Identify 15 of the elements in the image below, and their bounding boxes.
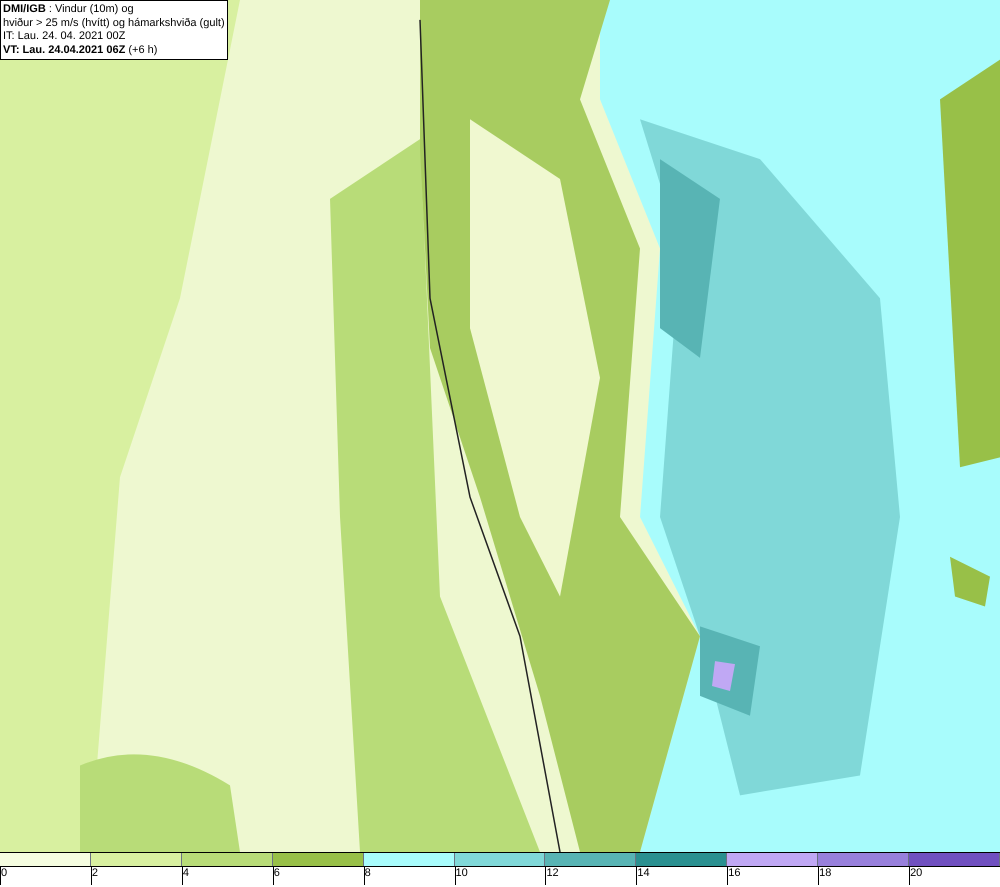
legend-label: 16 [728, 867, 742, 880]
info-line: hviður > 25 m/s (hvítt) og hámarkshviða (gult) [3, 16, 225, 30]
legend-label: 18 [819, 867, 832, 880]
legend-label: 14 [637, 867, 651, 880]
info-line: VT: Lau. 24.04.2021 06Z (+6 h) [3, 44, 158, 57]
legend-label: 6 [274, 867, 281, 880]
legend-label: 8 [364, 867, 372, 880]
legend-label: 4 [182, 867, 190, 880]
info-line: DMI/IGB : Vindur (10m) og [3, 3, 135, 16]
legend-label: 12 [546, 867, 560, 880]
legend-label: 20 [910, 867, 924, 880]
legend-label: 0 [1, 867, 8, 880]
legend-label: 2 [92, 867, 100, 880]
info-line: IT: Lau. 24. 04. 2021 00Z [3, 30, 126, 44]
legend-label: 10 [456, 867, 469, 880]
